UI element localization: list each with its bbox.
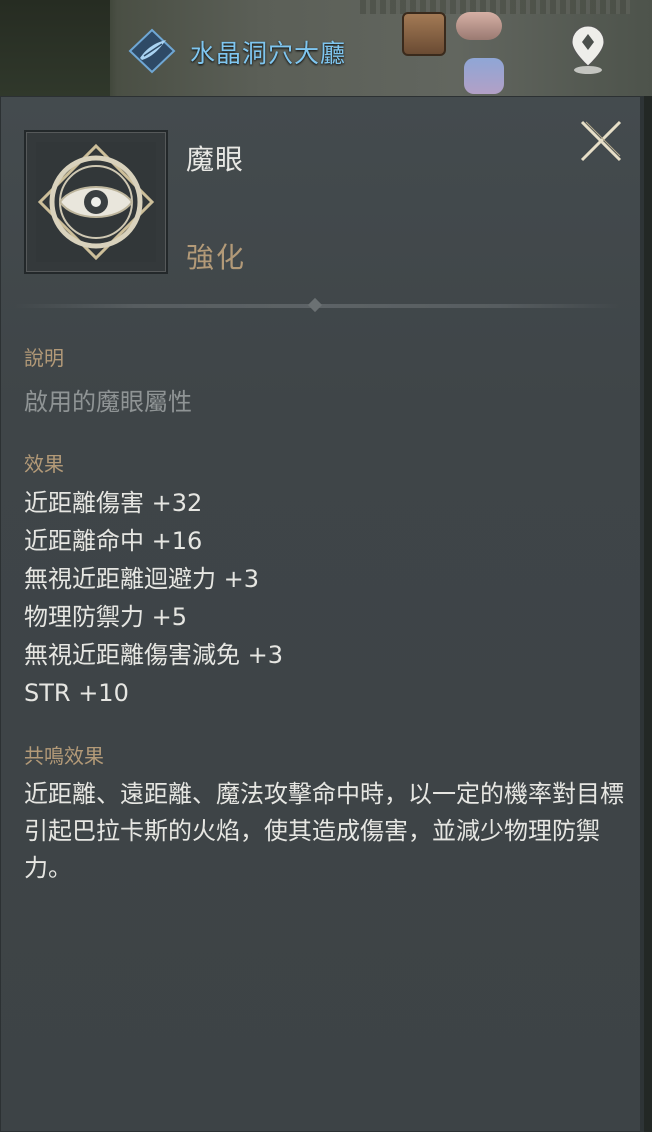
effect-item: 近距離命中 +16: [24, 527, 203, 555]
map-terrain: [360, 0, 630, 14]
eye-emblem-icon: [36, 142, 156, 262]
map-shop-marker: [464, 58, 504, 94]
map-chest-marker: [402, 12, 446, 56]
description-label: 說明: [24, 346, 64, 370]
map-npc-marker: [456, 12, 502, 40]
map-pin-icon[interactable]: [566, 24, 610, 76]
resonance-label: 共鳴效果: [24, 744, 104, 768]
skill-icon-frame: [24, 130, 168, 274]
skill-name: 魔眼: [186, 143, 245, 176]
description-text: 啟用的魔眼屬性: [24, 388, 192, 416]
effect-item: 近距離傷害 +32: [24, 489, 203, 517]
game-screen: 水晶洞穴大廳 魔眼 強化 說明 啟用的魔眼屬性 效果 近距離傷害 +32 近距離…: [0, 0, 652, 1132]
skill-type: 強化: [186, 241, 247, 274]
map-background: [0, 0, 110, 96]
effect-item: STR +10: [24, 679, 129, 707]
effects-list: 近距離傷害 +32 近距離命中 +16 無視近距離迴避力 +3 物理防禦力 +5…: [24, 484, 283, 712]
location-name[interactable]: 水晶洞穴大廳: [190, 34, 346, 70]
effect-item: 物理防禦力 +5: [24, 603, 188, 631]
close-x-icon[interactable]: [576, 116, 626, 166]
effects-label: 效果: [24, 452, 64, 476]
minimap-header: 水晶洞穴大廳: [0, 0, 652, 96]
background-edge: [644, 96, 652, 1132]
effect-item: 無視近距離傷害減免 +3: [24, 641, 284, 669]
resonance-text: 近距離、遠距離、魔法攻擊命中時，以一定的機率對目標引起巴拉卡斯的火焰，使其造成傷…: [24, 780, 624, 882]
crystal-feather-icon: [128, 28, 176, 74]
effect-item: 無視近距離迴避力 +3: [24, 565, 260, 593]
